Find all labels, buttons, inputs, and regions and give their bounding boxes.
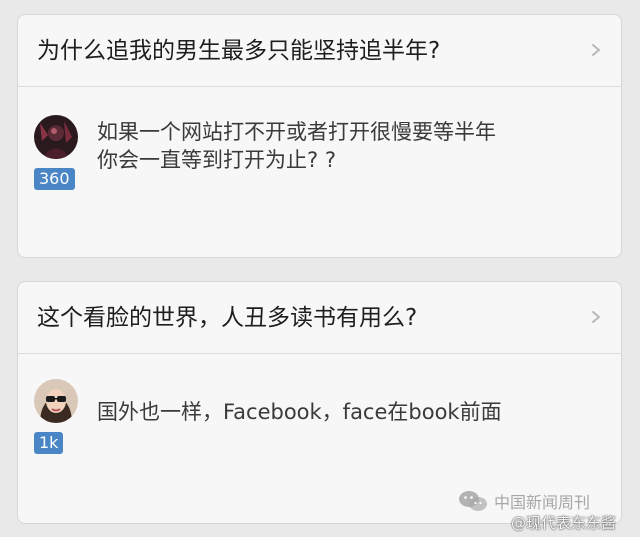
user-avatar[interactable] <box>34 115 78 159</box>
answer-text[interactable]: 如果一个网站打不开或者打开很慢要等半年 你会一直等到打开为止? ? <box>97 118 597 174</box>
chevron-right-icon[interactable] <box>589 43 603 57</box>
question-row[interactable]: 为什么追我的男生最多只能坚持追半年? <box>18 15 621 87</box>
question-title[interactable]: 为什么追我的男生最多只能坚持追半年? <box>37 37 440 65</box>
signature-text: @现代表东东酱 <box>511 514 617 532</box>
feed-card-1[interactable]: 为什么追我的男生最多只能坚持追半年? 360 如果一个网站打不开或者打开很慢要等… <box>17 14 622 258</box>
vote-count-badge: 360 <box>34 168 75 190</box>
answer-text[interactable]: 国外也一样，Facebook，face在book前面 <box>97 398 597 426</box>
answer-row[interactable]: 360 如果一个网站打不开或者打开很慢要等半年 你会一直等到打开为止? ? <box>18 87 621 257</box>
chevron-right-icon[interactable] <box>589 310 603 324</box>
question-title[interactable]: 这个看脸的世界，人丑多读书有用么? <box>37 304 417 332</box>
vote-count-badge: 1k <box>34 432 64 454</box>
answer-line: 你会一直等到打开为止? ? <box>97 148 336 172</box>
watermark-text: 中国新闻周刊 <box>494 493 591 512</box>
question-row[interactable]: 这个看脸的世界，人丑多读书有用么? <box>18 282 621 354</box>
answer-line: 国外也一样，Facebook，face在book前面 <box>97 400 502 424</box>
user-avatar[interactable] <box>34 379 78 423</box>
wechat-icon <box>458 490 488 517</box>
feed-card-2[interactable]: 这个看脸的世界，人丑多读书有用么? 1k 国外也一样，Facebook，face… <box>17 281 622 524</box>
answer-line: 如果一个网站打不开或者打开很慢要等半年 <box>97 120 496 144</box>
